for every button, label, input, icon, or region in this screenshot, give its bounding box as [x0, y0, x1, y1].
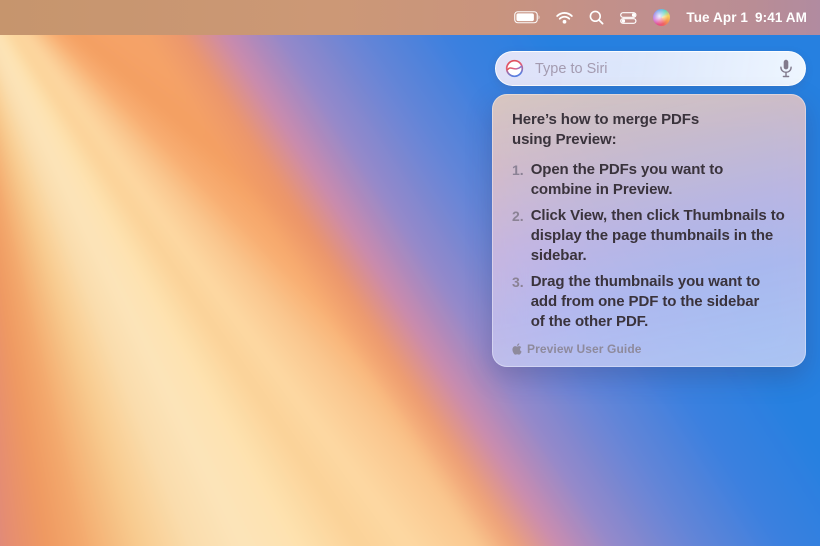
card-title: Here’s how to merge PDFs using Preview: — [512, 110, 717, 150]
microphone-icon[interactable] — [779, 59, 793, 78]
list-item: 3. Drag the thumbnails you want to add f… — [512, 272, 788, 332]
siri-text-input[interactable] — [533, 60, 770, 78]
source-label: Preview User Guide — [527, 342, 642, 356]
source-link[interactable]: Preview User Guide — [512, 342, 788, 356]
wifi-icon[interactable] — [556, 11, 573, 24]
siri-orb-icon — [505, 59, 524, 78]
step-text: Click View, then click Thumbnails to dis… — [531, 206, 788, 266]
menu-bar-date: Tue Apr 1 — [686, 10, 748, 25]
step-number: 3. — [512, 272, 524, 332]
siri-input-bar[interactable] — [495, 51, 806, 86]
menu-bar-clock[interactable]: Tue Apr 1 9:41 AM — [686, 10, 807, 25]
step-number: 2. — [512, 206, 524, 266]
step-number: 1. — [512, 160, 524, 200]
spotlight-search-icon[interactable] — [589, 10, 604, 25]
battery-icon[interactable] — [514, 11, 540, 24]
steps-list: 1. Open the PDFs you want to combine in … — [512, 160, 788, 332]
desktop: Tue Apr 1 9:41 AM — [0, 0, 820, 546]
apple-logo-icon — [512, 343, 522, 355]
step-text: Drag the thumbnails you want to add from… — [531, 272, 773, 332]
list-item: 2. Click View, then click Thumbnails to … — [512, 206, 788, 266]
siri-menu-icon[interactable] — [653, 9, 670, 26]
siri-response-card: Here’s how to merge PDFs using Preview: … — [492, 94, 806, 367]
control-center-icon[interactable] — [620, 12, 637, 24]
menu-bar-time: 9:41 AM — [755, 10, 807, 25]
list-item: 1. Open the PDFs you want to combine in … — [512, 160, 788, 200]
menu-bar: Tue Apr 1 9:41 AM — [0, 0, 820, 35]
step-text: Open the PDFs you want to combine in Pre… — [531, 160, 736, 200]
